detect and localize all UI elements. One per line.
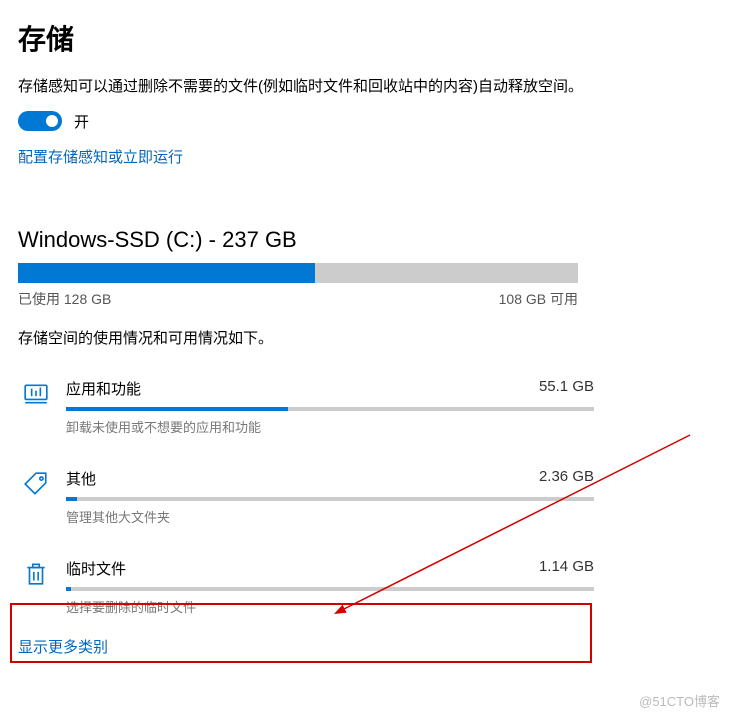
category-subtext: 管理其他大文件夹 [66,507,594,526]
category-bar-fill [66,587,71,591]
category-item-2[interactable]: 临时文件 1.14 GB 选择要删除的临时文件 [18,550,598,620]
trash-icon [22,560,50,588]
monitor-icon [22,380,50,408]
watermark: @51CTO博客 [639,691,720,710]
category-size: 2.36 GB [539,468,594,489]
usage-description: 存储空间的使用情况和可用情况如下。 [18,327,712,348]
drive-title: Windows-SSD (C:) - 237 GB [18,227,712,253]
drive-free-label: 108 GB 可用 [499,289,578,309]
category-item-0[interactable]: 应用和功能 55.1 GB 卸载未使用或不想要的应用和功能 [18,370,598,440]
category-name: 其他 [66,468,96,489]
category-size: 55.1 GB [539,378,594,399]
drive-usage-fill [18,263,315,283]
category-subtext: 卸载未使用或不想要的应用和功能 [66,417,594,436]
drive-used-label: 已使用 128 GB [18,289,111,309]
show-more-link[interactable]: 显示更多类别 [18,636,108,657]
drive-usage-bar [18,263,578,283]
category-bar-fill [66,497,77,501]
category-bar [66,407,594,411]
toggle-knob [46,115,58,127]
tag-icon [22,470,50,498]
category-bar [66,497,594,501]
page-title: 存储 [18,18,712,58]
toggle-state-label: 开 [74,111,89,132]
category-bar-fill [66,407,288,411]
category-bar [66,587,594,591]
category-name: 应用和功能 [66,378,141,399]
configure-storage-sense-link[interactable]: 配置存储感知或立即运行 [18,146,183,167]
storage-sense-toggle[interactable] [18,111,62,131]
category-subtext: 选择要删除的临时文件 [66,597,594,616]
category-size: 1.14 GB [539,558,594,579]
category-item-1[interactable]: 其他 2.36 GB 管理其他大文件夹 [18,460,598,530]
storage-sense-description: 存储感知可以通过删除不需要的文件(例如临时文件和回收站中的内容)自动释放空间。 [18,76,712,99]
category-name: 临时文件 [66,558,126,579]
